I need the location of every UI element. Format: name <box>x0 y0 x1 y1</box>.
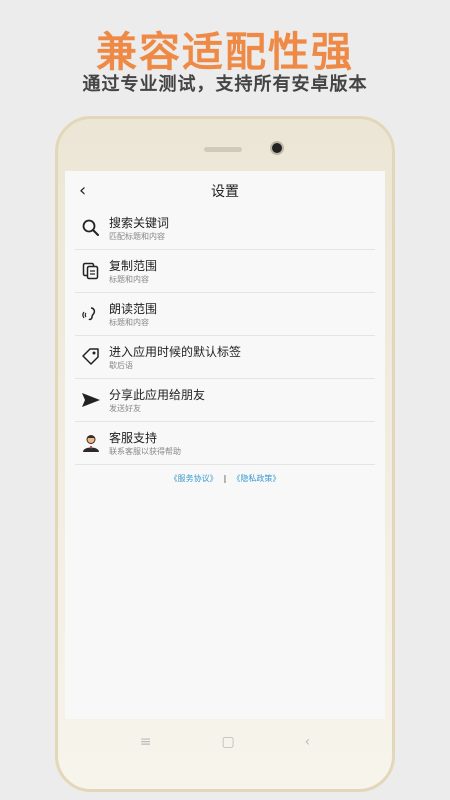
menu-icon[interactable]: ≡ <box>140 734 152 750</box>
search-icon <box>81 218 101 238</box>
settings-item-subtitle: 发送好友 <box>109 404 141 413</box>
service-agreement-link[interactable]: 《服务协议》 <box>170 474 218 483</box>
home-icon[interactable]: ▢ <box>221 734 234 750</box>
settings-item-subtitle: 歇后语 <box>109 361 133 370</box>
app-screen: ‹ 设置 搜索关键词 匹配标题和内容 复制范围 标题和内容 朗读范围 标题和内容 <box>65 171 385 719</box>
tag-icon <box>81 347 101 367</box>
speaker-grille <box>204 147 242 152</box>
settings-item-subtitle: 标题和内容 <box>109 318 149 327</box>
copy-icon <box>81 261 101 281</box>
privacy-policy-link[interactable]: 《隐私政策》 <box>232 474 280 483</box>
page-title: 设置 <box>211 184 239 200</box>
settings-item-title: 搜索关键词 <box>109 216 170 230</box>
settings-item-customer-support[interactable]: 客服支持 联系客服以获得帮助 <box>75 422 375 465</box>
back-nav-icon[interactable]: ‹ <box>305 734 311 750</box>
legal-links: 《服务协议》 | 《隐私政策》 <box>65 473 385 484</box>
support-agent-icon <box>81 433 101 453</box>
settings-item-default-tag[interactable]: 进入应用时候的默认标签 歇后语 <box>75 336 375 379</box>
promo-subline: 通过专业测试，支持所有安卓版本 <box>82 74 368 95</box>
settings-item-search-keyword[interactable]: 搜索关键词 匹配标题和内容 <box>75 207 375 250</box>
settings-item-title: 朗读范围 <box>109 302 158 316</box>
settings-item-title: 客服支持 <box>109 431 158 445</box>
settings-item-read-aloud-scope[interactable]: 朗读范围 标题和内容 <box>75 293 375 336</box>
promo-headline: 兼容适配性强 <box>96 28 354 76</box>
system-nav-bar: ≡ ▢ ‹ <box>58 727 392 757</box>
settings-item-subtitle: 标题和内容 <box>109 275 149 284</box>
settings-item-share-app[interactable]: 分享此应用给朋友 发送好友 <box>75 379 375 422</box>
camera-icon <box>270 141 284 155</box>
settings-item-subtitle: 匹配标题和内容 <box>109 232 165 241</box>
top-bar: ‹ 设置 <box>65 177 385 207</box>
phone-frame: ‹ 设置 搜索关键词 匹配标题和内容 复制范围 标题和内容 朗读范围 标题和内容 <box>55 116 395 792</box>
settings-item-title: 复制范围 <box>109 259 158 273</box>
send-icon <box>81 390 101 410</box>
settings-item-title: 进入应用时候的默认标签 <box>109 345 242 359</box>
settings-item-subtitle: 联系客服以获得帮助 <box>109 447 181 456</box>
settings-item-title: 分享此应用给朋友 <box>109 388 206 402</box>
link-separator: | <box>223 474 227 483</box>
settings-item-copy-scope[interactable]: 复制范围 标题和内容 <box>75 250 375 293</box>
read-aloud-icon <box>81 304 101 324</box>
